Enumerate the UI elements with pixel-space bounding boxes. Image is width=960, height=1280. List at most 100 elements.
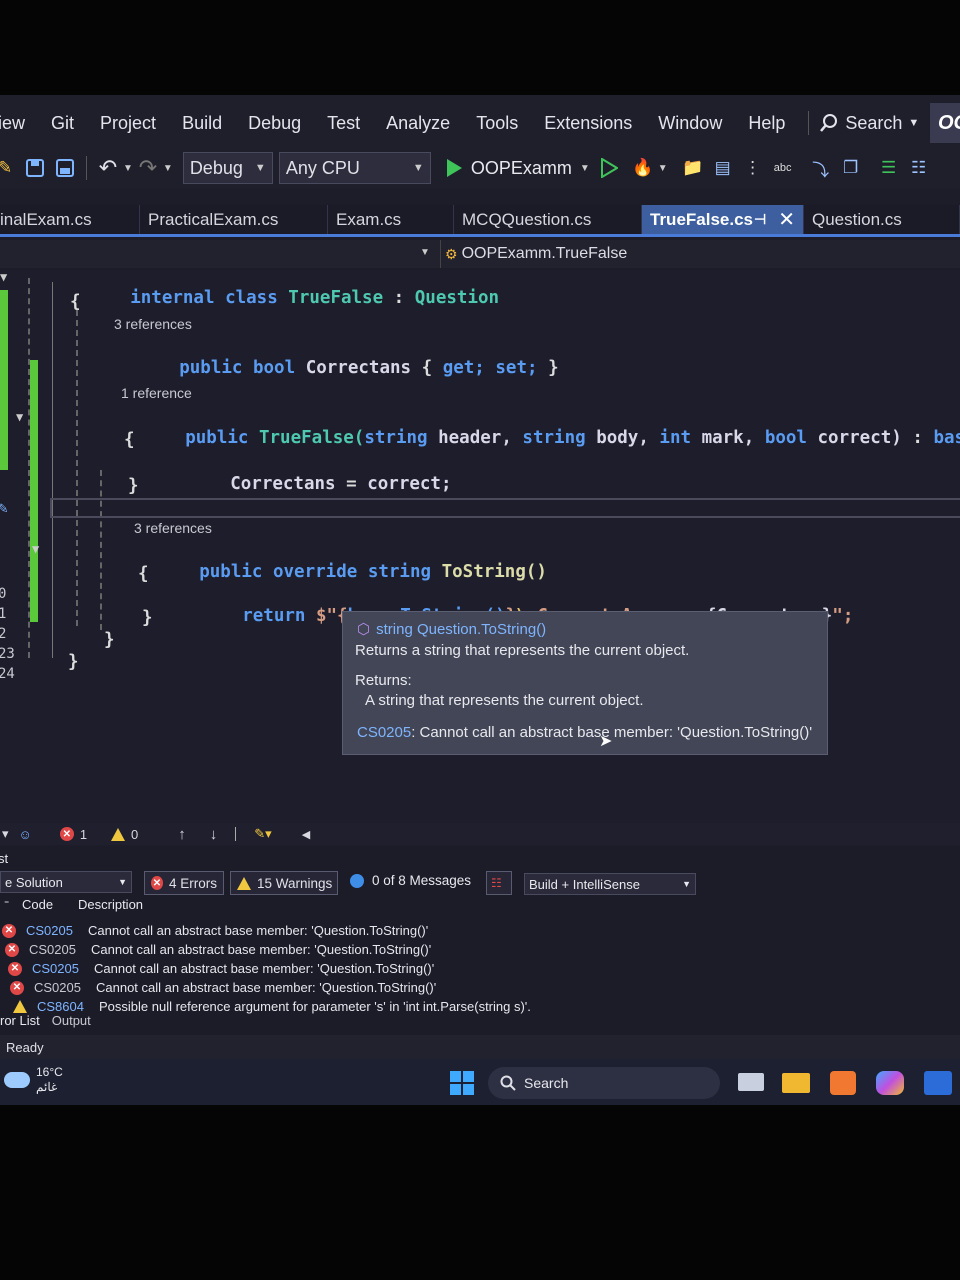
warnings-filter-button[interactable]: 15 Warnings bbox=[230, 871, 338, 895]
menu-tools[interactable]: Tools bbox=[463, 113, 531, 134]
menu-analyze[interactable]: Analyze bbox=[373, 113, 463, 134]
start-button[interactable] bbox=[450, 1071, 474, 1095]
code-cleanup-icon[interactable]: ✎▾ bbox=[254, 826, 271, 842]
menu-help[interactable]: Help bbox=[735, 113, 798, 134]
close-icon[interactable]: ✕ bbox=[778, 207, 795, 232]
xampp-icon[interactable] bbox=[830, 1071, 856, 1095]
row-code[interactable]: CS0205 bbox=[26, 923, 88, 938]
quick-action-icon[interactable]: ✎ bbox=[0, 498, 8, 517]
error-list-row[interactable]: ✕ CS0205 Cannot call an abstract base memb… bbox=[10, 978, 436, 997]
tab-finalexam[interactable]: inalExam.cs bbox=[0, 205, 140, 234]
configuration-select[interactable]: Debug ▼ bbox=[182, 152, 273, 184]
error-list-row[interactable]: ✕ CS0205 Cannot call an abstract base memb… bbox=[2, 921, 428, 940]
errors-filter-button[interactable]: ✕ 4 Errors bbox=[144, 871, 224, 895]
weather-widget[interactable]: 16°C غائم bbox=[4, 1065, 63, 1095]
tooltip-error-code[interactable]: CS0205 bbox=[357, 724, 411, 741]
spellcheck-icon[interactable]: abc bbox=[772, 157, 794, 179]
hot-reload-icon[interactable]: 🔥 bbox=[632, 157, 654, 179]
menu-git[interactable]: Git bbox=[38, 113, 87, 134]
filter-toggle-button[interactable]: ☷ bbox=[486, 871, 512, 895]
chevron-down-icon: ▼ bbox=[118, 877, 127, 887]
scope-select[interactable]: e Solution ▼ bbox=[0, 871, 132, 893]
account-badge[interactable]: OC bbox=[930, 103, 960, 143]
collapse-icon[interactable]: ▼ bbox=[32, 542, 39, 556]
menu-project[interactable]: Project bbox=[87, 113, 169, 134]
file-explorer-icon[interactable] bbox=[782, 1073, 810, 1093]
comment-icon[interactable]: ☰ bbox=[878, 157, 900, 179]
tab-output[interactable]: Output bbox=[52, 1013, 91, 1031]
panel-title: st bbox=[0, 851, 9, 866]
sort-icon[interactable]: ⁼ bbox=[0, 899, 22, 910]
redo-icon[interactable]: ↷ bbox=[137, 155, 159, 180]
row-code[interactable]: CS8604 bbox=[37, 999, 99, 1014]
error-list-row[interactable]: ✕ CS0205 Cannot call an abstract base memb… bbox=[5, 940, 431, 959]
codelens-references[interactable]: 3 references bbox=[134, 520, 212, 536]
column-header-description[interactable]: Description bbox=[78, 897, 143, 912]
change-tracking-bar bbox=[0, 290, 8, 470]
class-icon: ⚙ bbox=[445, 245, 458, 262]
error-count[interactable]: ✕ 1 bbox=[59, 827, 87, 842]
keyword: public bbox=[179, 358, 243, 378]
menu-window[interactable]: Window bbox=[645, 113, 735, 134]
task-view-icon[interactable] bbox=[738, 1073, 764, 1091]
property-name: Correctans bbox=[305, 358, 412, 378]
collapse-icon[interactable]: ▼ bbox=[16, 410, 23, 424]
chevron-down-icon[interactable]: ▼ bbox=[163, 163, 173, 174]
copilot-icon[interactable]: ☺ bbox=[19, 827, 32, 842]
menu-view[interactable]: iew bbox=[0, 113, 38, 134]
column-header-code[interactable]: Code bbox=[22, 897, 78, 912]
new-item-icon[interactable]: ✎ bbox=[0, 157, 16, 179]
menu-build[interactable]: Build bbox=[169, 113, 235, 134]
scroll-left-icon[interactable]: ◀ bbox=[302, 828, 310, 841]
mouse-cursor-icon: ➤ bbox=[599, 733, 613, 750]
menu-debug[interactable]: Debug bbox=[235, 113, 314, 134]
layout-icon[interactable]: ▤ bbox=[712, 157, 734, 179]
build-source-select[interactable]: Build + IntelliSense ▼ bbox=[524, 873, 696, 895]
codelens-references[interactable]: 1 reference bbox=[121, 385, 192, 401]
method-icon: ⬡ bbox=[357, 621, 371, 638]
member-dropdown[interactable]: ⚙ OOPExamm.TrueFalse bbox=[440, 240, 960, 268]
copy-icon[interactable]: ❐ bbox=[840, 157, 862, 179]
align-icon[interactable]: ⋮ bbox=[742, 157, 764, 179]
open-folder-icon[interactable]: 📁 bbox=[682, 157, 704, 179]
uncomment-icon[interactable]: ☷ bbox=[908, 157, 930, 179]
zoom-dropdown[interactable]: ▾ bbox=[2, 826, 9, 842]
chevron-down-icon[interactable]: ▼ bbox=[123, 163, 133, 174]
menu-test[interactable]: Test bbox=[314, 113, 373, 134]
start-debugging-button[interactable]: OOPExamm ▼ bbox=[445, 158, 590, 179]
error-list-row[interactable]: ✕ CS0205 Cannot call an abstract base memb… bbox=[8, 959, 434, 978]
tab-question[interactable]: Question.cs bbox=[804, 205, 960, 234]
tooltip-signature[interactable]: string Question.ToString() bbox=[376, 622, 546, 637]
save-all-icon[interactable] bbox=[54, 157, 76, 179]
error-icon: ✕ bbox=[59, 827, 74, 841]
error-icon: ✕ bbox=[5, 942, 19, 957]
platform-select[interactable]: Any CPU ▼ bbox=[278, 152, 431, 184]
tab-practicalexam[interactable]: PracticalExam.cs bbox=[140, 205, 328, 234]
word-icon[interactable] bbox=[924, 1071, 952, 1095]
bookmark-icon[interactable]: ⤵ bbox=[810, 157, 832, 180]
warning-count[interactable]: 0 bbox=[111, 827, 138, 842]
keyword: set; bbox=[495, 358, 538, 378]
messages-filter-button[interactable]: 0 of 8 Messages bbox=[350, 873, 471, 888]
start-without-debugging-icon[interactable] bbox=[600, 158, 618, 178]
pin-icon[interactable]: ⊣ bbox=[754, 211, 766, 228]
save-icon[interactable] bbox=[24, 157, 46, 179]
tab-error-list[interactable]: ror List bbox=[0, 1013, 40, 1031]
collapse-icon[interactable]: ▼ bbox=[0, 270, 7, 284]
taskbar-search[interactable]: Search bbox=[488, 1067, 720, 1099]
search-menu[interactable]: Search ▼ bbox=[819, 113, 919, 134]
chevron-down-icon[interactable]: ▼ bbox=[658, 163, 668, 174]
punctuation: : bbox=[912, 428, 923, 448]
menu-extensions[interactable]: Extensions bbox=[531, 113, 645, 134]
row-code[interactable]: CS0205 bbox=[32, 961, 94, 976]
tab-mcqquestion[interactable]: MCQQuestion.cs bbox=[454, 205, 642, 234]
previous-issue-icon[interactable]: ↑ bbox=[178, 826, 186, 843]
chevron-down-icon[interactable]: ▼ bbox=[420, 247, 430, 258]
copilot-app-icon[interactable] bbox=[876, 1071, 904, 1095]
tab-truefalse[interactable]: TrueFalse.cs ⊣ ✕ bbox=[642, 205, 804, 234]
tab-exam[interactable]: Exam.cs bbox=[328, 205, 454, 234]
undo-icon[interactable]: ↶ bbox=[97, 155, 119, 180]
next-issue-icon[interactable]: ↓ bbox=[210, 826, 218, 843]
codelens-references[interactable]: 3 references bbox=[114, 316, 192, 332]
tab-label: TrueFalse.cs bbox=[650, 209, 754, 229]
